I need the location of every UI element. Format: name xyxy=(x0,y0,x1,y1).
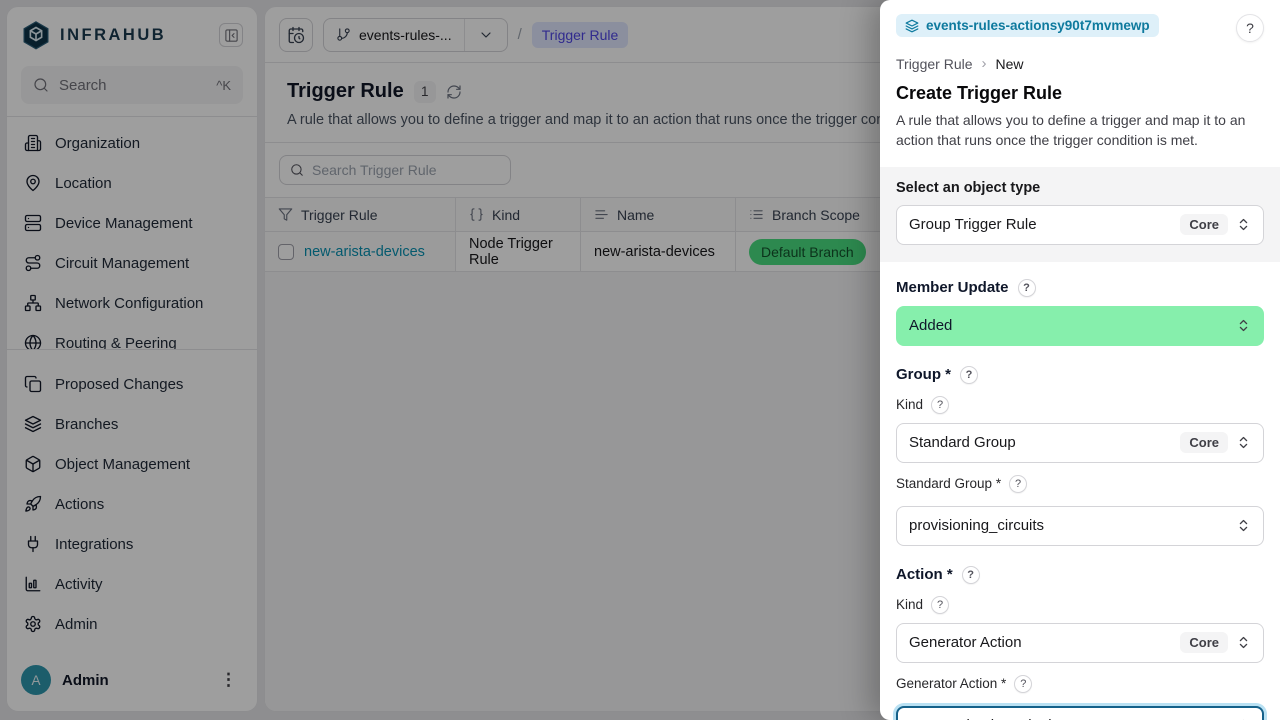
field-sublabel: Generator Action * xyxy=(896,676,1006,691)
field-sublabel: Kind xyxy=(896,597,923,612)
core-badge: Core xyxy=(1180,632,1228,653)
field-sublabel: Standard Group * xyxy=(896,476,1001,491)
help-icon[interactable]: ? xyxy=(931,596,949,614)
object-type-label: Select an object type xyxy=(896,180,1264,196)
branch-badge[interactable]: events-rules-actionsy90t7mvmewp xyxy=(896,14,1159,37)
generator-action-select[interactable]: create_circuit_endpoints xyxy=(896,706,1264,720)
field-label: Action * xyxy=(896,566,953,583)
chevron-right-icon: › xyxy=(982,55,987,72)
core-badge: Core xyxy=(1180,432,1228,453)
field-label: Member Update xyxy=(896,279,1009,296)
core-badge: Core xyxy=(1180,214,1228,235)
drawer-description: A rule that allows you to define a trigg… xyxy=(896,110,1264,151)
member-update-select[interactable]: Added xyxy=(896,306,1264,346)
member-update-value: Added xyxy=(909,317,1228,334)
field-label: Group * xyxy=(896,366,951,383)
action-kind-select[interactable]: Generator Action Core xyxy=(896,623,1264,663)
field-member-update: Member Update ? Added xyxy=(896,279,1264,346)
chevrons-up-down-icon xyxy=(1236,635,1251,650)
chevrons-up-down-icon xyxy=(1236,318,1251,333)
branch-badge-label: events-rules-actionsy90t7mvmewp xyxy=(926,18,1150,33)
create-trigger-rule-drawer: events-rules-actionsy90t7mvmewp ? Trigge… xyxy=(880,0,1280,720)
field-sublabel: Kind xyxy=(896,397,923,412)
help-icon[interactable]: ? xyxy=(1014,675,1032,693)
standard-group-value: provisioning_circuits xyxy=(909,517,1228,534)
help-icon[interactable]: ? xyxy=(962,566,980,584)
group-kind-value: Standard Group xyxy=(909,434,1172,451)
help-icon[interactable]: ? xyxy=(1009,475,1027,493)
object-type-section: Select an object type Group Trigger Rule… xyxy=(880,167,1280,262)
drawer-header: events-rules-actionsy90t7mvmewp ? Trigge… xyxy=(880,0,1280,167)
drawer-title: Create Trigger Rule xyxy=(896,83,1264,104)
help-icon[interactable]: ? xyxy=(960,366,978,384)
layers-icon xyxy=(905,19,919,33)
object-type-select[interactable]: Group Trigger Rule Core xyxy=(896,205,1264,245)
drawer-breadcrumb: Trigger Rule › New xyxy=(896,55,1264,72)
chevrons-up-down-icon xyxy=(1236,217,1251,232)
standard-group-select[interactable]: provisioning_circuits xyxy=(896,506,1264,546)
breadcrumb-current: New xyxy=(996,56,1024,72)
help-icon[interactable]: ? xyxy=(931,396,949,414)
drawer-form: Member Update ? Added Group * ? Kind ? S… xyxy=(880,262,1280,720)
chevrons-up-down-icon xyxy=(1236,518,1251,533)
object-type-value: Group Trigger Rule xyxy=(909,216,1172,233)
help-button[interactable]: ? xyxy=(1236,14,1264,42)
breadcrumb-parent[interactable]: Trigger Rule xyxy=(896,56,973,72)
field-action: Action * ? Kind ? Generator Action Core … xyxy=(896,566,1264,720)
field-group: Group * ? Kind ? Standard Group Core Sta… xyxy=(896,366,1264,546)
action-kind-value: Generator Action xyxy=(909,634,1172,651)
chevrons-up-down-icon xyxy=(1236,435,1251,450)
help-icon[interactable]: ? xyxy=(1018,279,1036,297)
group-kind-select[interactable]: Standard Group Core xyxy=(896,423,1264,463)
